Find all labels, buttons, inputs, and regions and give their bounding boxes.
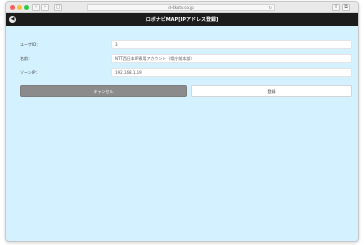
maximize-window-button[interactable] bbox=[24, 5, 29, 10]
name-row: 名前： NTT西日本IP専用アカウント（県庁前本部） bbox=[6, 52, 358, 65]
reload-icon[interactable]: ↻ bbox=[269, 5, 272, 10]
address-bar-url: d-4kotv.co.jp bbox=[168, 5, 194, 10]
user-id-input[interactable]: 3 bbox=[111, 40, 352, 49]
share-button[interactable]: ⇪ bbox=[332, 4, 340, 11]
page-title: ロボナビMAP[IPアドレス登録] bbox=[145, 17, 219, 23]
minimize-window-button[interactable] bbox=[17, 5, 22, 10]
user-id-row: ユーザID： 3 bbox=[6, 38, 358, 51]
cancel-button[interactable]: キャンセル bbox=[20, 85, 187, 97]
form-actions: キャンセル 登録 bbox=[20, 85, 352, 97]
tabs-overview-button[interactable]: ⧉ bbox=[342, 4, 350, 11]
name-label: 名前： bbox=[20, 56, 32, 61]
address-bar[interactable]: d-4kotv.co.jp ↻ bbox=[87, 4, 275, 11]
user-id-label: ユーザID： bbox=[20, 42, 41, 47]
zone-ip-input[interactable]: 192.168.1.19 bbox=[111, 68, 352, 77]
zone-ip-label: ゾーンIP： bbox=[20, 70, 40, 75]
ip-registration-form: ユーザID： 3 名前： NTT西日本IP専用アカウント（県庁前本部） ゾーンI… bbox=[6, 38, 358, 80]
browser-toolbar: ‹ › ▢ d-4kotv.co.jp ↻ ⇪ ⧉ bbox=[6, 2, 358, 13]
zone-ip-row: ゾーンIP： 192.168.1.19 bbox=[6, 66, 358, 79]
sidebar-toggle-button[interactable]: ▢ bbox=[54, 4, 62, 11]
register-button[interactable]: 登録 bbox=[191, 85, 352, 97]
window-controls bbox=[10, 5, 29, 10]
back-button[interactable]: ‹ bbox=[32, 4, 40, 11]
name-input[interactable]: NTT西日本IP専用アカウント（県庁前本部） bbox=[111, 54, 352, 63]
app-header: ◀ ロボナビMAP[IPアドレス登録] bbox=[6, 13, 358, 26]
forward-button[interactable]: › bbox=[41, 4, 49, 11]
close-window-button[interactable] bbox=[10, 5, 15, 10]
browser-window: ‹ › ▢ d-4kotv.co.jp ↻ ⇪ ⧉ ◀ ロボナビMAP[IPアド… bbox=[5, 1, 359, 242]
